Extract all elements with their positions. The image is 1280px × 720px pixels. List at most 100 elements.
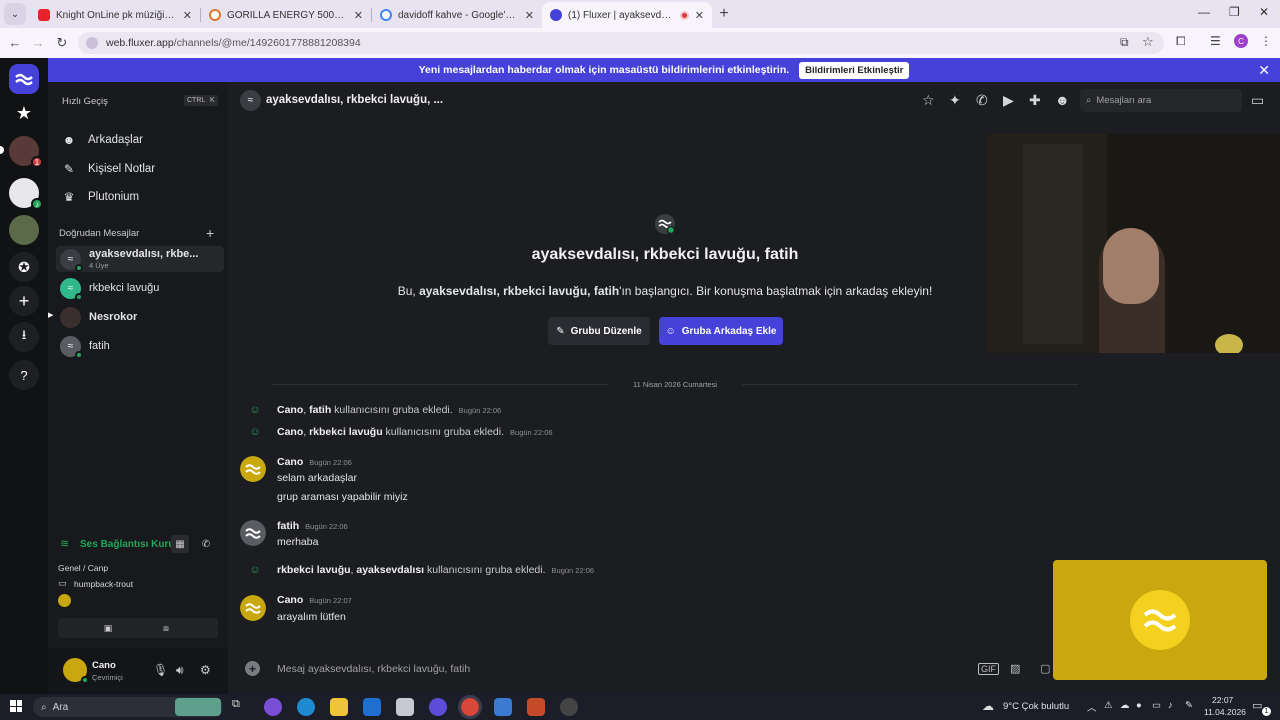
inbox-icon[interactable]: ▭: [1251, 92, 1264, 109]
webcam-video-tile[interactable]: [987, 134, 1280, 353]
settings-app-icon[interactable]: [494, 698, 512, 716]
close-icon[interactable]: ✕: [695, 9, 704, 22]
browser-tab-active[interactable]: (1) Fluxer | ayaksevdalısı, rkb ✕: [542, 2, 712, 28]
actor[interactable]: rkbekci lavuğu: [277, 564, 351, 576]
image-icon[interactable]: ▨: [1010, 662, 1020, 675]
close-icon[interactable]: ✕: [525, 9, 534, 22]
mail-icon[interactable]: [363, 698, 381, 716]
voice-user-tile[interactable]: [1053, 560, 1267, 680]
settings-gear-icon[interactable]: ⚙: [200, 663, 211, 677]
install-app-icon[interactable]: ⧉: [1120, 35, 1129, 50]
screen-share-button[interactable]: ⧈: [114, 618, 218, 638]
close-icon[interactable]: ✕: [354, 9, 363, 22]
video-call-icon[interactable]: ▶: [1003, 92, 1014, 109]
dm-item-group[interactable]: ≈ ayaksevdalısı, rkbe... 4 Üye: [56, 246, 224, 272]
member-list-icon[interactable]: ☻: [1055, 92, 1070, 108]
media-control-icon[interactable]: ☰: [1210, 34, 1221, 48]
bookmark-star-icon[interactable]: ☆: [1142, 34, 1154, 50]
actor[interactable]: Cano: [277, 426, 303, 438]
copilot-icon[interactable]: [264, 698, 282, 716]
user-avatar[interactable]: [240, 595, 266, 621]
voice-call-icon[interactable]: ✆: [976, 92, 988, 109]
profile-avatar[interactable]: C: [1234, 34, 1248, 48]
close-icon[interactable]: ✕: [1258, 62, 1270, 79]
server-avatar[interactable]: [9, 215, 39, 245]
message-author[interactable]: fatih Bugün 22:06: [277, 520, 348, 532]
clock-time[interactable]: 22:07: [1212, 695, 1233, 705]
chrome-icon[interactable]: [458, 695, 482, 719]
game-app-icon[interactable]: [527, 698, 545, 716]
user-avatar[interactable]: [240, 520, 266, 546]
extensions-icon[interactable]: ⧠: [1176, 34, 1186, 49]
file-explorer-icon[interactable]: [330, 698, 348, 716]
favorites-star-icon[interactable]: ★: [9, 98, 39, 128]
browser-tab[interactable]: davidoff kahve - Google'da Ara ✕: [372, 2, 542, 28]
add-member-icon[interactable]: ✚: [1029, 92, 1041, 109]
store-icon[interactable]: [396, 698, 414, 716]
user-avatar[interactable]: [240, 456, 266, 482]
weather-icon[interactable]: ☁: [982, 699, 994, 713]
discord-icon[interactable]: [429, 698, 447, 716]
attach-plus-icon[interactable]: +: [245, 661, 260, 676]
pen-icon[interactable]: ✎: [1185, 700, 1193, 711]
sticker-icon[interactable]: ▢: [1040, 662, 1050, 675]
favorite-star-icon[interactable]: ☆: [922, 92, 935, 109]
target[interactable]: fatih: [309, 404, 331, 416]
voice-channel[interactable]: Genel / Canp: [58, 563, 108, 573]
address-bar[interactable]: web.fluxer.app/channels/@me/149260177888…: [78, 32, 1164, 54]
add-friend-to-group-button[interactable]: ☺ Gruba Arkadaş Ekle: [659, 317, 783, 345]
new-dm-plus-icon[interactable]: +: [206, 225, 214, 241]
forward-icon[interactable]: →: [26, 35, 50, 50]
windows-start-icon[interactable]: [10, 700, 22, 712]
gif-icon[interactable]: GIF: [978, 663, 999, 675]
back-icon[interactable]: ←: [3, 35, 27, 50]
explore-compass-icon[interactable]: ✪: [9, 252, 39, 282]
target[interactable]: rkbekci lavuğu: [309, 426, 383, 438]
microphone-tray-icon[interactable]: ●: [1136, 700, 1142, 711]
notifications-icon[interactable]: ▭: [1252, 699, 1262, 712]
tray-chevron-icon[interactable]: ︿: [1087, 700, 1097, 714]
window-close-icon[interactable]: ✕: [1259, 5, 1269, 19]
help-icon[interactable]: ?: [9, 360, 39, 390]
nav-plutonium[interactable]: ♛ Plutonium: [62, 190, 140, 204]
search-input[interactable]: ⌕ Mesajları ara: [1080, 89, 1242, 112]
server-avatar[interactable]: 1: [9, 136, 43, 168]
restore-icon[interactable]: ❐: [1229, 5, 1240, 19]
new-tab-button[interactable]: +: [712, 2, 736, 26]
dm-item[interactable]: ≈ fatih: [56, 333, 224, 359]
browser-tab[interactable]: Knight OnLine pk müziği 2. - Yo ✕: [30, 2, 200, 28]
user-avatar[interactable]: [63, 658, 89, 684]
target[interactable]: ayaksevdalısı: [356, 564, 424, 576]
network-icon[interactable]: ▭: [1152, 700, 1161, 711]
taskbar-search[interactable]: ⌕ Ara: [33, 697, 223, 717]
tab-search-button[interactable]: ⌄: [4, 3, 26, 25]
microphone-icon[interactable]: 🎙︎: [153, 663, 168, 677]
nav-friends[interactable]: ☻ Arkadaşlar: [62, 133, 143, 147]
clock-date[interactable]: 11.04.2026: [1204, 707, 1246, 717]
nav-notes[interactable]: ✎ Kişisel Notlar: [62, 162, 155, 176]
add-server-icon[interactable]: +: [9, 286, 39, 316]
enable-notifications-button[interactable]: Bildirimleri Etkinleştir: [799, 61, 910, 79]
reload-icon[interactable]: ↻: [50, 35, 74, 51]
disconnect-call-icon[interactable]: ✆: [197, 535, 215, 553]
volume-icon[interactable]: ♪: [1168, 700, 1173, 711]
download-icon[interactable]: ⭳: [9, 322, 39, 352]
site-info-icon[interactable]: [86, 37, 98, 49]
edit-group-button[interactable]: ✎ Grubu Düzenle: [548, 317, 650, 345]
message-author[interactable]: Cano Bugün 22:06: [277, 456, 352, 468]
fluxer-home-button[interactable]: [9, 64, 39, 94]
message-author[interactable]: Cano Bugün 22:07: [277, 594, 352, 606]
quick-switch-label[interactable]: Hızlı Geçiş: [62, 96, 108, 107]
actor[interactable]: Cano: [277, 404, 303, 416]
dm-item[interactable]: Nesrokor: [56, 304, 224, 330]
weather-text[interactable]: 9°C Çok bulutlu: [1003, 701, 1069, 712]
app-icon[interactable]: [560, 698, 578, 716]
tray-icon[interactable]: ⚠: [1104, 700, 1113, 711]
minimize-icon[interactable]: —: [1198, 5, 1210, 19]
server-avatar[interactable]: ♪: [9, 178, 43, 210]
tray-icon[interactable]: ☁: [1120, 700, 1130, 711]
pin-icon[interactable]: ✦: [949, 92, 961, 109]
edge-icon[interactable]: [297, 698, 315, 716]
menu-icon[interactable]: ⋮: [1260, 34, 1272, 48]
browser-tab[interactable]: GORİLLA ENERGY 500ml X12 E ✕: [201, 2, 371, 28]
